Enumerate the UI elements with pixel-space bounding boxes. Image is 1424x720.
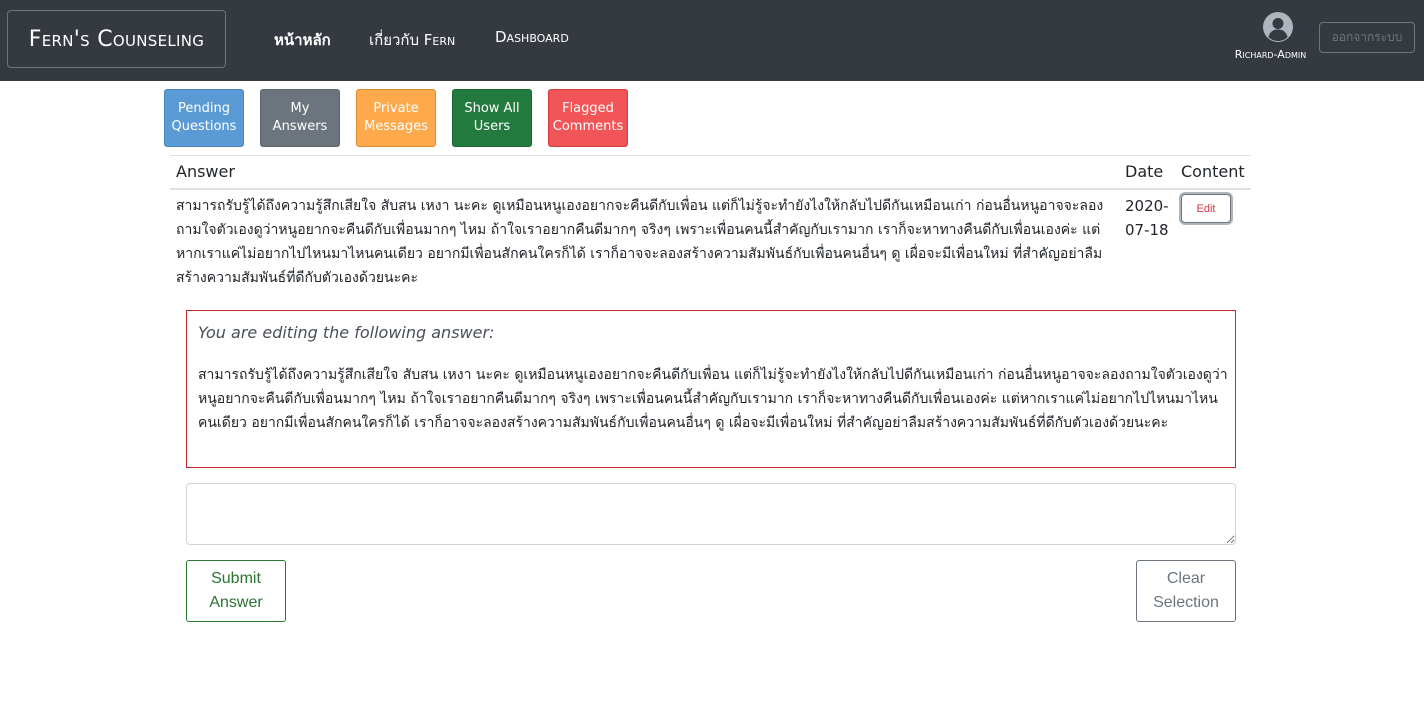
column-header-date: Date xyxy=(1125,162,1164,181)
private-messages-button[interactable]: Private Messages xyxy=(356,89,436,147)
submit-answer-button[interactable]: Submit Answer xyxy=(186,560,286,622)
edit-button[interactable]: Edit xyxy=(1181,194,1231,223)
my-answers-button[interactable]: My Answers xyxy=(260,89,340,147)
top-navbar: Fern's Counseling หน้าหลัก เกี่ยวกับ Fer… xyxy=(0,0,1424,81)
nav-link-home[interactable]: หน้าหลัก xyxy=(274,28,331,52)
show-all-users-button[interactable]: Show All Users xyxy=(452,89,532,147)
nav-link-dashboard[interactable]: Dashboard xyxy=(495,28,569,46)
pending-questions-button[interactable]: Pending Questions xyxy=(164,89,244,147)
answer-textarea[interactable] xyxy=(186,483,1236,545)
clear-selection-button[interactable]: Clear Selection xyxy=(1136,560,1236,622)
table-row-date: 2020-07-18 xyxy=(1125,197,1169,239)
table-row-answer-text: สามารถรับรู้ได้ถึงความรู้สึกเสียใจ สับสน… xyxy=(176,198,1104,286)
table-header-divider xyxy=(170,188,1251,190)
logout-button[interactable]: ออกจากระบบ xyxy=(1319,22,1415,53)
brand-logo[interactable]: Fern's Counseling xyxy=(7,10,226,68)
table-top-border xyxy=(170,155,1251,156)
user-name[interactable]: Richard-Admin xyxy=(1220,48,1321,61)
editing-answer-text: สามารถรับรู้ได้ถึงความรู้สึกเสียใจ สับสน… xyxy=(198,367,1228,431)
nav-link-about[interactable]: เกี่ยวกับ Fern xyxy=(369,28,455,52)
editing-answer-panel: You are editing the following answer: สา… xyxy=(186,310,1236,468)
user-circle-icon[interactable] xyxy=(1263,12,1293,42)
editing-intro-text: You are editing the following answer: xyxy=(198,323,495,342)
column-header-content: Content xyxy=(1181,162,1245,181)
column-header-answer: Answer xyxy=(176,162,235,181)
flagged-comments-button[interactable]: Flagged Comments xyxy=(548,89,628,147)
